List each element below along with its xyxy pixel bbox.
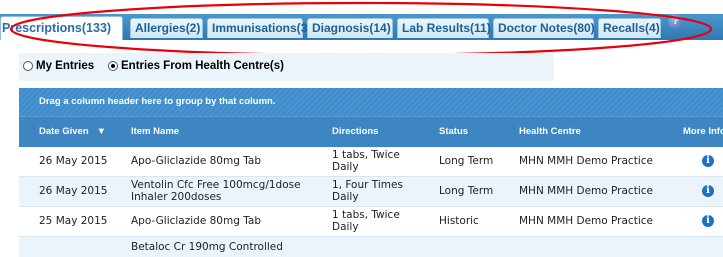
column-header-label: Date Given [39, 126, 89, 137]
info-icon[interactable]: i [702, 155, 714, 167]
cell-date: 25 May 2015 [39, 215, 108, 227]
cell-status: Long Term [439, 185, 494, 197]
group-by-panel[interactable]: Drag a column header here to group by th… [19, 88, 723, 116]
radio-my-entries[interactable]: My Entries [23, 60, 94, 72]
column-header-row: Date Given ▼ Item Name Directions Status … [19, 116, 723, 147]
column-header-health-centre[interactable]: Health Centre [519, 117, 581, 147]
cell-directions: 1 tabs, Twice Daily [332, 209, 400, 233]
entries-filter: My Entries Entries From Health Centre(s) [19, 53, 554, 81]
column-header-status[interactable]: Status [439, 117, 468, 147]
info-icon[interactable]: i [702, 215, 714, 227]
tab-prescriptions[interactable]: Prescriptions(133) [0, 16, 123, 40]
tab-doctor-notes[interactable]: Doctor Notes(80) [493, 18, 595, 38]
cell-item: Apo-Gliclazide 80mg Tab [131, 155, 261, 167]
radio-health-centre-entries[interactable]: Entries From Health Centre(s) [108, 60, 284, 72]
column-header-item[interactable]: Item Name [131, 117, 179, 147]
table-row-partial[interactable]: Betaloc Cr 190mg Controlled [19, 237, 723, 257]
cell-status: Historic [439, 215, 479, 227]
cell-date: 26 May 2015 [39, 155, 108, 167]
table-row[interactable]: 26 May 2015 Apo-Gliclazide 80mg Tab 1 ta… [19, 147, 723, 177]
tab-lab-results[interactable]: Lab Results(11) [397, 18, 491, 38]
cell-date: 26 May 2015 [39, 185, 108, 197]
cell-directions: 1, Four Times Daily [332, 179, 403, 203]
cell-status: Long Term [439, 155, 494, 167]
cell-health-centre: MHN MMH Demo Practice [519, 185, 653, 197]
info-icon[interactable]: i [702, 185, 714, 197]
cell-health-centre: MHN MMH Demo Practice [519, 155, 653, 167]
tab-immunisations[interactable]: Immunisations(3) [207, 18, 311, 38]
column-header-directions[interactable]: Directions [332, 117, 378, 147]
tab-allergies[interactable]: Allergies(2) [130, 18, 203, 38]
cell-item: Ventolin Cfc Free 100mcg/1dose Inhaler 2… [131, 179, 301, 203]
radio-button-icon[interactable] [108, 61, 118, 71]
radio-button-icon[interactable] [23, 61, 33, 71]
cell-health-centre: MHN MMH Demo Practice [519, 215, 653, 227]
column-header-date[interactable]: Date Given ▼ [39, 117, 106, 147]
tab-diagnosis[interactable]: Diagnosis(14) [307, 18, 393, 38]
table-row[interactable]: 26 May 2015 Ventolin Cfc Free 100mcg/1do… [19, 177, 723, 207]
prescriptions-grid: Drag a column header here to group by th… [19, 88, 723, 257]
sort-desc-icon[interactable]: ▼ [97, 126, 106, 137]
radio-label: My Entries [36, 60, 95, 72]
column-header-more-info[interactable]: More Info [683, 117, 723, 147]
radio-label: Entries From Health Centre(s) [121, 60, 284, 72]
cell-directions: 1 tabs, Twice Daily [332, 149, 400, 173]
table-row[interactable]: 25 May 2015 Apo-Gliclazide 80mg Tab 1 ta… [19, 207, 723, 237]
tab-recalls[interactable]: Recalls(4) [598, 18, 661, 38]
help-icon[interactable]: ? [668, 14, 683, 29]
tab-bar: Prescriptions(133) Allergies(2) Immunisa… [0, 14, 723, 40]
cell-item: Betaloc Cr 190mg Controlled [131, 241, 283, 253]
cell-item: Apo-Gliclazide 80mg Tab [131, 215, 261, 227]
